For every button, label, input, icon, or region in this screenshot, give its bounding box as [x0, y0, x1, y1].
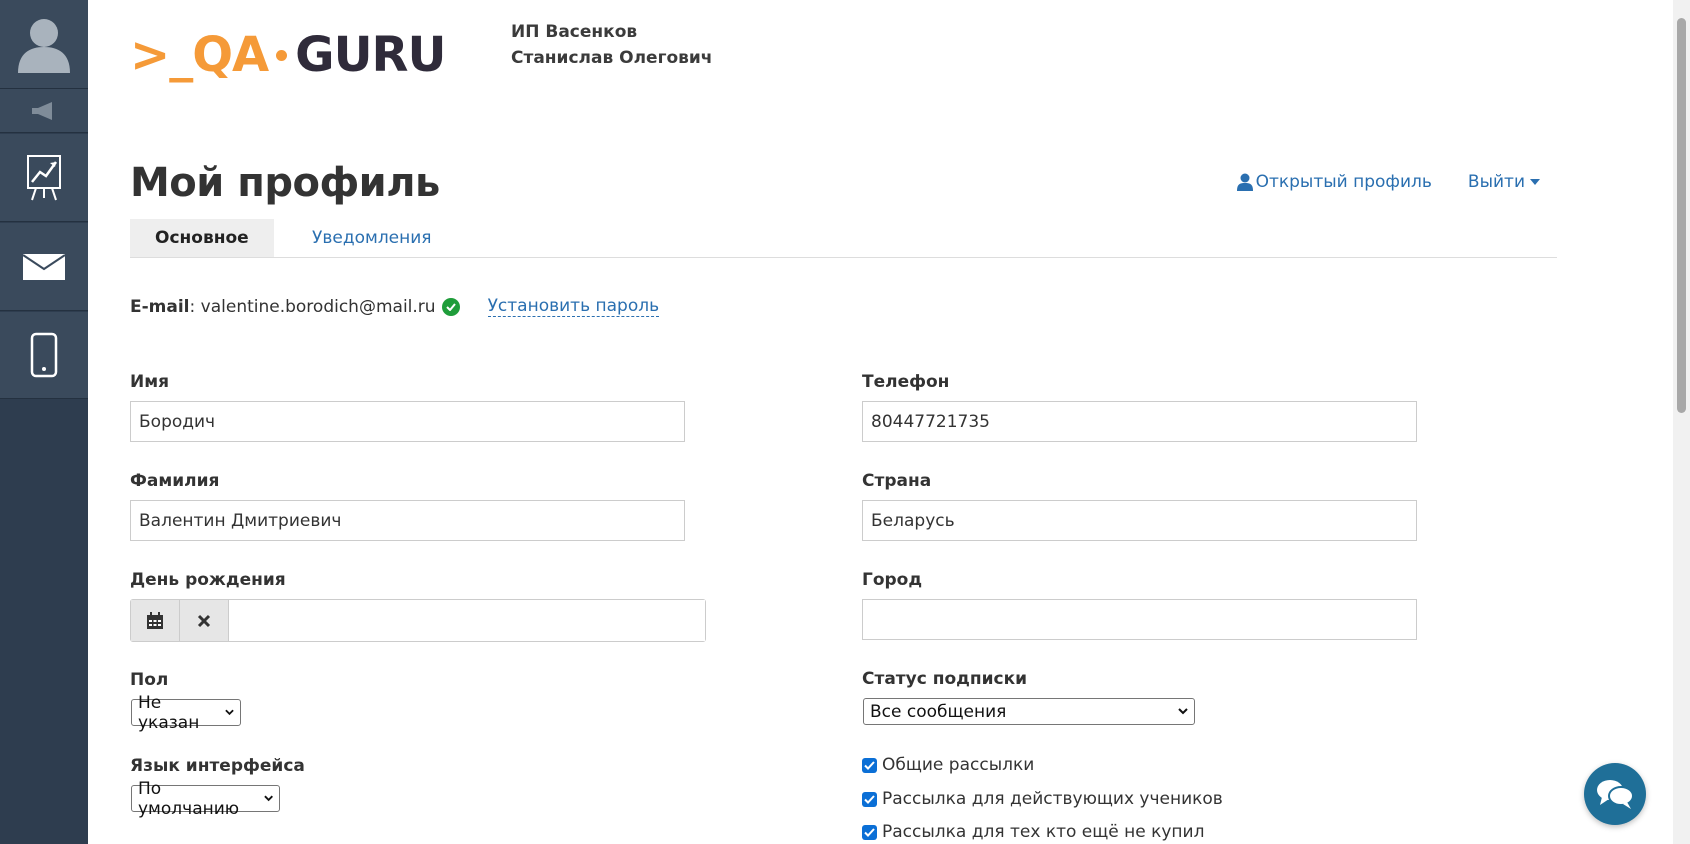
chevron-down-icon — [264, 795, 273, 802]
company-line1: ИП Васенков — [511, 22, 638, 42]
sidebar-mobile-app[interactable] — [0, 312, 88, 399]
country-label: Страна — [862, 471, 932, 491]
mail-icon — [22, 253, 66, 280]
logout-label: Выйти — [1467, 172, 1525, 192]
language-value: По умолчанию — [138, 778, 240, 819]
sidebar-messages[interactable] — [0, 223, 88, 311]
caret-down-icon — [1530, 179, 1540, 185]
email-value: valentine.borodich@mail.ru — [200, 296, 436, 317]
email-label: E-mail — [130, 296, 190, 317]
chart-icon — [27, 154, 61, 200]
birthday-input[interactable] — [229, 600, 705, 641]
public-profile-label: Открытый профиль — [1255, 172, 1432, 192]
sidebar-profile[interactable] — [0, 0, 88, 89]
top-links: Открытый профиль Выйти — [1236, 172, 1540, 192]
last-name-label: Фамилия — [130, 471, 220, 491]
checkbox[interactable] — [862, 757, 877, 773]
verified-check-icon — [441, 297, 460, 316]
subscription-label: Статус подписки — [862, 669, 1028, 689]
logo-dot — [276, 49, 288, 61]
logo-text-left: >_QA — [130, 27, 269, 83]
birthday-field — [130, 599, 706, 642]
subscription-value: Все сообщения — [870, 701, 1007, 722]
mailing-students[interactable]: Рассылка для действующих учеников — [862, 789, 1223, 809]
first-name-label: Имя — [130, 372, 170, 392]
birthday-label: День рождения — [130, 570, 286, 590]
gender-label: Пол — [130, 670, 169, 690]
logout-dropdown[interactable]: Выйти — [1468, 172, 1540, 192]
checkbox[interactable] — [862, 824, 877, 840]
chevron-down-icon — [1178, 708, 1188, 715]
mailing-general-label: Общие рассылки — [882, 755, 1035, 775]
subscription-select[interactable]: Все сообщения — [863, 698, 1195, 725]
phone-label: Телефон — [862, 372, 950, 392]
checkbox[interactable] — [862, 791, 877, 807]
chat-button[interactable] — [1584, 763, 1646, 825]
megaphone-icon — [32, 101, 52, 120]
clear-date-button[interactable] — [180, 600, 229, 641]
city-label: Город — [862, 570, 923, 590]
tab-main[interactable]: Основное — [130, 219, 274, 257]
sidebar-announcements[interactable] — [0, 89, 88, 133]
city-input[interactable] — [862, 599, 1417, 640]
phone-input[interactable] — [862, 401, 1417, 442]
qa-guru-logo[interactable]: >_QA GURU — [130, 22, 446, 88]
last-name-input[interactable] — [130, 500, 685, 541]
company-name: ИП Васенков Станислав Олегович — [511, 19, 712, 71]
email-row: E-mail : valentine.borodich@mail.ru Уста… — [130, 296, 660, 317]
public-profile-link[interactable]: Открытый профиль — [1236, 172, 1432, 192]
page-title: Мой профиль — [130, 160, 440, 206]
mailing-not-purchased-label: Рассылка для тех кто ещё не купил — [882, 822, 1205, 842]
chat-icon — [1597, 780, 1634, 809]
scrollbar-thumb[interactable] — [1677, 18, 1686, 413]
mobile-icon — [30, 332, 58, 378]
chevron-down-icon — [225, 709, 234, 716]
company-line2: Станислав Олегович — [511, 48, 713, 68]
sidebar-learning[interactable] — [0, 134, 88, 222]
sidebar — [0, 0, 88, 844]
tab-notifications[interactable]: Уведомления — [287, 219, 457, 257]
country-input[interactable] — [862, 500, 1417, 541]
gender-select[interactable]: Не указан — [131, 693, 241, 733]
calendar-icon — [147, 611, 163, 629]
logo-text-right: GURU — [295, 27, 446, 83]
user-icon — [1236, 173, 1253, 191]
avatar-icon — [18, 19, 70, 73]
profile-tabs: Основное Уведомления — [130, 219, 1557, 258]
close-icon — [197, 614, 211, 627]
page-scrollbar[interactable] — [1673, 0, 1690, 844]
gender-value: Не указан — [138, 692, 200, 733]
set-password-link[interactable]: Установить пароль — [487, 296, 660, 317]
calendar-button[interactable] — [131, 600, 180, 641]
mailing-students-label: Рассылка для действующих учеников — [882, 789, 1223, 809]
language-select[interactable]: По умолчанию — [131, 779, 280, 819]
mailing-general[interactable]: Общие рассылки — [862, 755, 1034, 775]
language-label: Язык интерфейса — [130, 756, 305, 776]
email-colon: : — [189, 296, 201, 317]
first-name-input[interactable] — [130, 401, 685, 442]
mailing-not-purchased[interactable]: Рассылка для тех кто ещё не купил — [862, 822, 1204, 842]
